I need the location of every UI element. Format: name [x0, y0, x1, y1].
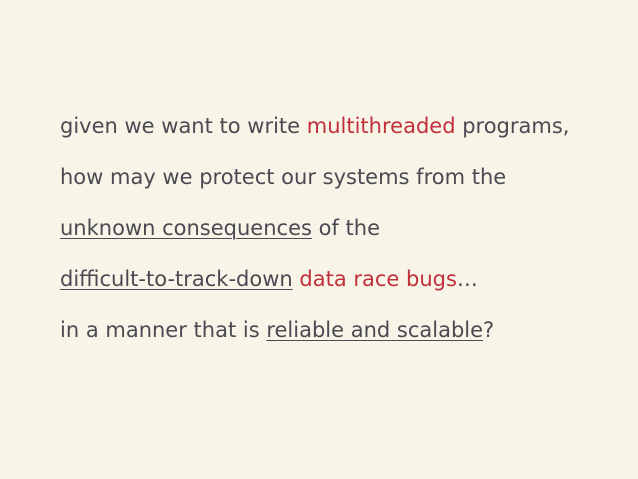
text-line-2: how may we protect our systems from the [60, 164, 506, 190]
line-1-text: given we want to write [60, 114, 307, 138]
line-4-ellipsis: … [456, 267, 478, 291]
text-line-1: given we want to write multithreaded pro… [60, 113, 569, 139]
line-5-text: in a manner that is [60, 318, 267, 342]
text-line-5: in a manner that is reliable and scalabl… [60, 317, 494, 343]
highlight-multithreaded: multithreaded [306, 114, 456, 138]
text-line-4: difficult-to-track-down data race bugs… [60, 266, 478, 292]
highlight-data-race-bugs: data race bugs [299, 267, 457, 291]
underlined-reliable-and-scalable: reliable and scalable [266, 318, 484, 342]
line-2-text: how may we protect our systems from the [60, 165, 507, 189]
slide: given we want to write multithreaded pro… [0, 0, 638, 479]
line-5-question-mark: ? [483, 318, 495, 342]
text-line-3: unknown consequences of the [60, 215, 380, 241]
line-1-text-end: programs, [455, 114, 570, 138]
underlined-difficult-to-track-down: difficult-to-track-down [60, 267, 293, 291]
underlined-unknown-consequences: unknown consequences [60, 216, 312, 240]
line-3-text: of the [311, 216, 381, 240]
